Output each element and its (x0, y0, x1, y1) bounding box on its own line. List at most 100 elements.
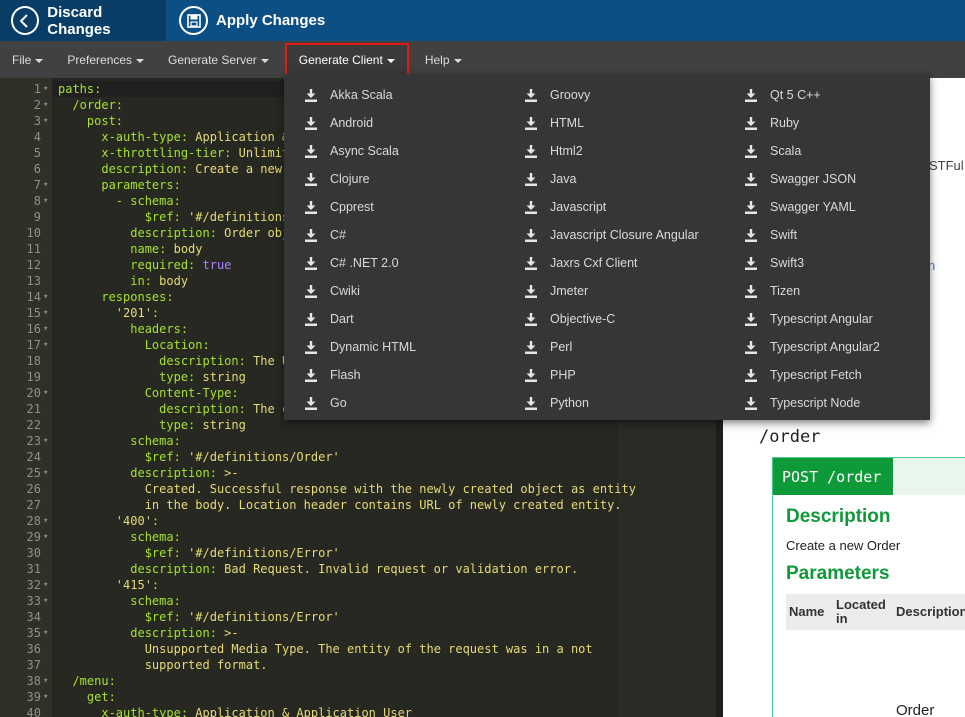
client-option[interactable]: Java (504, 165, 699, 193)
code-line[interactable]: 30 $ref: '#/definitions/Error' (0, 545, 716, 561)
menu-help[interactable]: Help (413, 41, 474, 78)
code-line[interactable]: 38 ▾ /menu: (0, 673, 716, 689)
discard-changes-button[interactable]: Discard Changes (0, 0, 166, 41)
client-option[interactable]: Python (504, 389, 699, 417)
menu-generate-server[interactable]: Generate Server (156, 41, 281, 78)
code-token: $ref: (144, 546, 189, 560)
fold-toggle-icon[interactable]: ▾ (43, 113, 48, 129)
fold-toggle-icon[interactable]: ▾ (43, 529, 48, 545)
client-option[interactable]: Javascript (504, 193, 699, 221)
client-option[interactable]: Perl (504, 333, 699, 361)
code-token: x-auth-type: (101, 706, 196, 717)
client-option[interactable]: Swagger YAML (724, 193, 880, 221)
operation-post-order[interactable]: POST /order Description Create a new Ord… (772, 457, 965, 717)
client-option[interactable]: C# .NET 2.0 (284, 249, 416, 277)
client-option[interactable]: PHP (504, 361, 699, 389)
client-option[interactable]: Swift (724, 221, 880, 249)
line-number: 22 (26, 418, 41, 432)
line-number: 16 (26, 322, 41, 336)
client-option[interactable]: Groovy (504, 81, 699, 109)
client-option[interactable]: Async Scala (284, 137, 416, 165)
client-option[interactable]: Jmeter (504, 277, 699, 305)
code-line[interactable]: 35 ▾ description: >- (0, 625, 716, 641)
client-option-label: Perl (550, 340, 573, 354)
fold-toggle-icon[interactable]: ▾ (43, 305, 48, 321)
line-number: 32 (26, 578, 41, 592)
code-line[interactable]: 31 description: Bad Request. Invalid req… (0, 561, 716, 577)
code-line[interactable]: 23 ▾ schema: (0, 433, 716, 449)
apply-changes-button[interactable]: Apply Changes (166, 0, 325, 41)
code-line[interactable]: 34 $ref: '#/definitions/Error' (0, 609, 716, 625)
fold-toggle-icon[interactable]: ▾ (43, 193, 48, 209)
client-option[interactable]: Objective-C (504, 305, 699, 333)
fold-toggle-icon[interactable]: ▾ (43, 289, 48, 305)
client-option[interactable]: Cpprest (284, 193, 416, 221)
client-option[interactable]: Typescript Fetch (724, 361, 880, 389)
client-option[interactable]: Clojure (284, 165, 416, 193)
client-option[interactable]: Typescript Angular2 (724, 333, 880, 361)
fold-toggle-icon[interactable]: ▾ (43, 465, 48, 481)
client-option[interactable]: Swagger JSON (724, 165, 880, 193)
menu-preferences[interactable]: Preferences (55, 41, 156, 78)
client-option[interactable]: Typescript Node (724, 389, 880, 417)
fold-toggle-icon[interactable]: ▾ (43, 625, 48, 641)
client-option-label: Dart (330, 312, 354, 326)
fold-toggle-icon[interactable]: ▾ (43, 321, 48, 337)
client-option[interactable]: Html2 (504, 137, 699, 165)
code-line[interactable]: 32 ▾ '415': (0, 577, 716, 593)
client-option[interactable]: Typescript Angular (724, 305, 880, 333)
code-line[interactable]: 29 ▾ schema: (0, 529, 716, 545)
code-line[interactable]: 26 Created. Successful response with the… (0, 481, 716, 497)
client-option[interactable]: Scala (724, 137, 880, 165)
code-line[interactable]: 25 ▾ description: >- (0, 465, 716, 481)
code-line[interactable]: 37 supported format. (0, 657, 716, 673)
floppy-disk-icon (179, 6, 208, 35)
fold-toggle-icon[interactable]: ▾ (43, 81, 48, 97)
fold-toggle-icon[interactable]: ▾ (43, 513, 48, 529)
code-line[interactable]: 40 x-auth-type: Application & Applicatio… (0, 705, 716, 717)
client-option[interactable]: Dart (284, 305, 416, 333)
code-line[interactable]: 39 ▾ get: (0, 689, 716, 705)
fold-toggle-icon[interactable]: ▾ (43, 673, 48, 689)
fold-toggle-icon[interactable]: ▾ (43, 385, 48, 401)
client-option[interactable]: Cwiki (284, 277, 416, 305)
code-token: >- (224, 466, 239, 480)
client-option[interactable]: Ruby (724, 109, 880, 137)
client-option[interactable]: HTML (504, 109, 699, 137)
code-line[interactable]: 33 ▾ schema: (0, 593, 716, 609)
code-token: schema: (130, 434, 181, 448)
fold-toggle-icon[interactable]: ▾ (43, 433, 48, 449)
fold-toggle-icon[interactable]: ▾ (43, 689, 48, 705)
download-icon (304, 396, 318, 411)
menu-generate-client[interactable]: Generate Client (284, 43, 409, 76)
client-option[interactable]: Go (284, 389, 416, 417)
code-line[interactable]: 27 in the body. Location header contains… (0, 497, 716, 513)
client-option[interactable]: Flash (284, 361, 416, 389)
fold-toggle-icon[interactable]: ▾ (43, 593, 48, 609)
fold-toggle-icon[interactable]: ▾ (43, 97, 48, 113)
client-option[interactable]: Dynamic HTML (284, 333, 416, 361)
client-option[interactable]: Javascript Closure Angular (504, 221, 699, 249)
download-icon (524, 256, 538, 271)
operation-header[interactable]: POST /order (773, 458, 965, 495)
client-option[interactable]: Akka Scala (284, 81, 416, 109)
client-option[interactable]: C# (284, 221, 416, 249)
client-option[interactable]: Qt 5 C++ (724, 81, 880, 109)
client-option[interactable]: Swift3 (724, 249, 880, 277)
client-option[interactable]: Android (284, 109, 416, 137)
code-line[interactable]: 36 Unsupported Media Type. The entity of… (0, 641, 716, 657)
code-line[interactable]: 28 ▾ '400': (0, 513, 716, 529)
fold-toggle-icon[interactable]: ▾ (43, 577, 48, 593)
fold-toggle-icon[interactable]: ▾ (43, 337, 48, 353)
code-line[interactable]: 24 $ref: '#/definitions/Order' (0, 449, 716, 465)
menu-file[interactable]: File (0, 41, 55, 78)
client-option[interactable]: Jaxrs Cxf Client (504, 249, 699, 277)
fold-toggle-icon[interactable]: ▾ (43, 177, 48, 193)
client-option-label: Ruby (770, 116, 800, 130)
client-option[interactable]: Tizen (724, 277, 880, 305)
